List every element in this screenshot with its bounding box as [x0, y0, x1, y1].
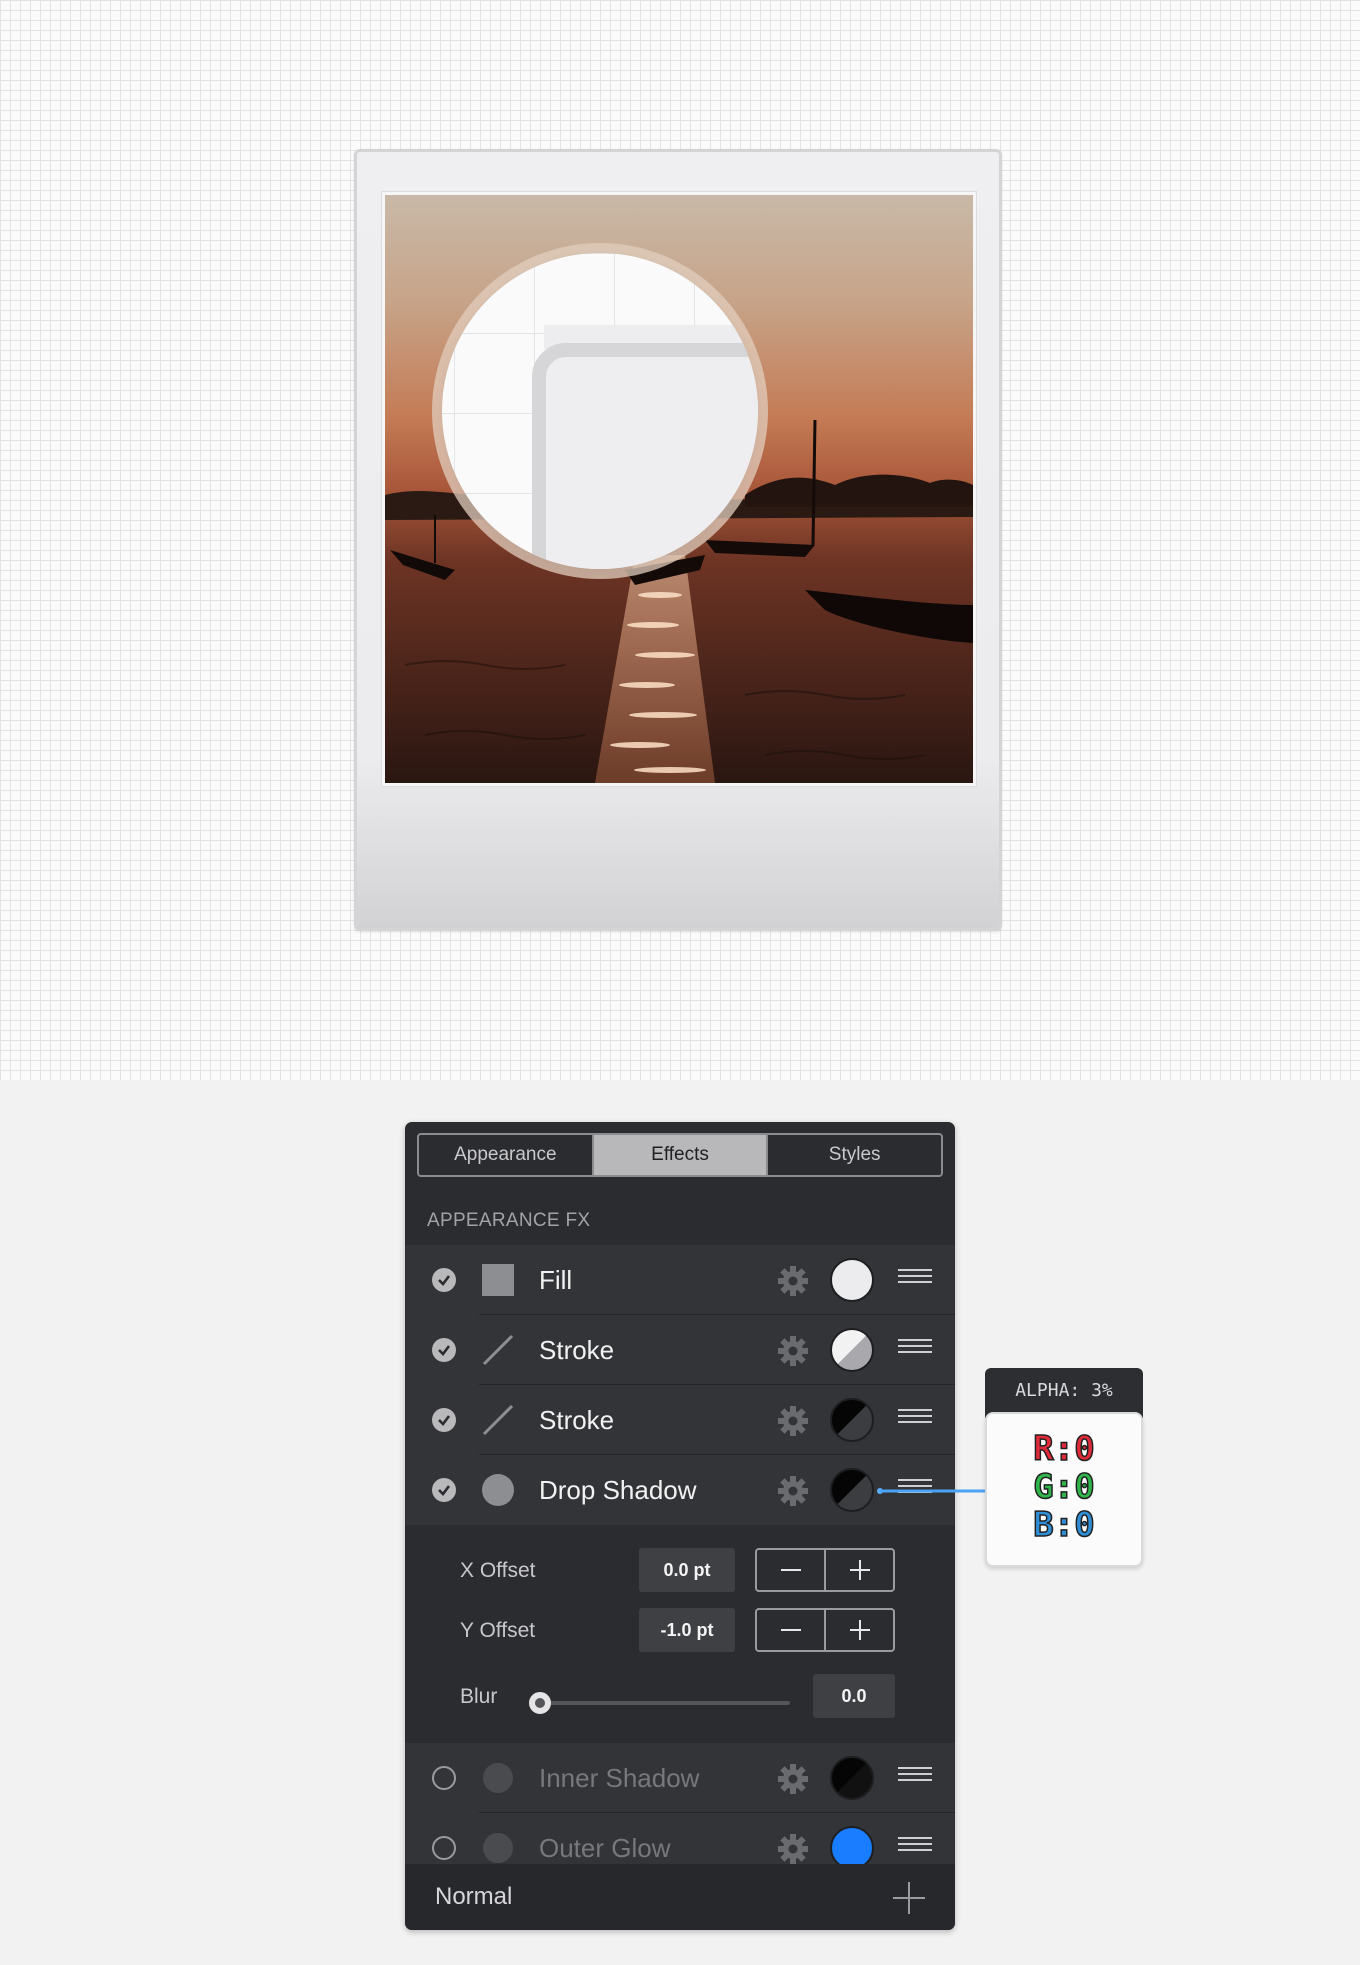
drop-shadow-settings: X Offset 0.0 pt Y Offset -1.0 pt Blur 0.…: [405, 1525, 955, 1743]
effect-row-stroke[interactable]: Stroke: [405, 1315, 955, 1385]
tab-appearance[interactable]: Appearance: [419, 1135, 592, 1175]
rgb-readout: R:0 G:0 B:0: [985, 1412, 1143, 1567]
zoom-magnifier: [442, 253, 758, 569]
effect-label: Stroke: [539, 1335, 615, 1365]
y-offset-stepper: [755, 1608, 895, 1652]
color-swatch[interactable]: [830, 1328, 874, 1372]
checkmark-icon: [438, 1415, 451, 1426]
effect-label: Stroke: [539, 1405, 615, 1435]
color-values-tooltip: ALPHA: 3% R:0 G:0 B:0: [985, 1368, 1143, 1567]
blur-slider-knob[interactable]: [529, 1692, 551, 1714]
gear-icon[interactable]: [777, 1265, 809, 1297]
drag-handle-icon[interactable]: [898, 1837, 932, 1857]
effect-row-drop-shadow[interactable]: Drop Shadow: [405, 1455, 955, 1525]
y-offset-label: Y Offset: [460, 1619, 536, 1642]
effect-label: Inner Shadow: [539, 1763, 700, 1793]
increment-button[interactable]: [824, 1550, 893, 1590]
effect-row-inner-shadow[interactable]: Inner Shadow: [405, 1743, 955, 1813]
drag-handle-icon[interactable]: [898, 1269, 932, 1289]
checkmark-icon: [438, 1275, 451, 1286]
panel-footer: Normal: [405, 1864, 955, 1930]
effect-row-stroke[interactable]: Stroke: [405, 1385, 955, 1455]
checkmark-icon: [438, 1345, 451, 1356]
drag-handle-icon[interactable]: [898, 1409, 932, 1429]
effect-row-fill[interactable]: Fill: [405, 1245, 955, 1315]
increment-button[interactable]: [824, 1610, 893, 1650]
x-offset-stepper: [755, 1548, 895, 1592]
blur-label: Blur: [460, 1685, 498, 1708]
plus-icon: [849, 1620, 870, 1640]
section-title: APPEARANCE FX: [427, 1210, 591, 1231]
square-fill-icon: [482, 1264, 514, 1296]
color-swatch[interactable]: [830, 1258, 874, 1302]
color-swatch[interactable]: [830, 1398, 874, 1442]
blur-value-field[interactable]: 0.0: [813, 1674, 895, 1718]
checkmark-icon: [438, 1485, 451, 1496]
add-effect-icon[interactable]: [893, 1882, 925, 1914]
appearance-panel: Appearance Effects Styles APPEARANCE FX …: [405, 1122, 955, 1930]
gear-icon[interactable]: [777, 1833, 809, 1865]
circle-shadow-icon: [483, 1833, 513, 1863]
enabled-checkbox[interactable]: [432, 1478, 456, 1502]
effect-label: Fill: [539, 1265, 573, 1295]
enabled-checkbox[interactable]: [432, 1338, 456, 1362]
gear-icon[interactable]: [777, 1763, 809, 1795]
y-offset-field[interactable]: -1.0 pt: [639, 1608, 735, 1652]
enabled-checkbox[interactable]: [432, 1268, 456, 1292]
magnified-frame-corner: [532, 343, 758, 569]
gear-icon[interactable]: [777, 1335, 809, 1367]
swatch-connector-line: [877, 1488, 987, 1494]
drag-handle-icon[interactable]: [898, 1767, 932, 1787]
decrement-button[interactable]: [757, 1610, 824, 1650]
alpha-readout: ALPHA: 3%: [985, 1368, 1143, 1418]
tab-effects[interactable]: Effects: [591, 1135, 767, 1175]
decrement-button[interactable]: [757, 1550, 824, 1590]
red-value: R:0: [1033, 1429, 1096, 1469]
minus-icon: [780, 1569, 801, 1571]
minus-icon: [780, 1629, 801, 1631]
blur-slider-track[interactable]: [540, 1701, 790, 1705]
circle-shadow-icon: [482, 1474, 514, 1506]
stroke-line-icon: [482, 1404, 514, 1436]
drag-handle-icon[interactable]: [898, 1339, 932, 1359]
blue-value: B:0: [1033, 1505, 1096, 1545]
tab-styles[interactable]: Styles: [766, 1135, 941, 1175]
effect-label: Drop Shadow: [539, 1475, 697, 1505]
enabled-checkbox[interactable]: [432, 1836, 456, 1860]
gear-icon[interactable]: [777, 1475, 809, 1507]
panel-tabs: Appearance Effects Styles: [417, 1133, 943, 1177]
gear-icon[interactable]: [777, 1405, 809, 1437]
x-offset-field[interactable]: 0.0 pt: [639, 1548, 735, 1592]
stroke-line-icon: [482, 1334, 514, 1366]
circle-shadow-icon: [483, 1763, 513, 1793]
green-value: G:0: [1033, 1467, 1096, 1507]
enabled-checkbox[interactable]: [432, 1408, 456, 1432]
color-swatch[interactable]: [830, 1756, 874, 1800]
blend-mode-select[interactable]: Normal: [435, 1864, 512, 1930]
plus-icon: [849, 1560, 870, 1580]
color-swatch[interactable]: [830, 1468, 874, 1512]
enabled-checkbox[interactable]: [432, 1766, 456, 1790]
x-offset-label: X Offset: [460, 1559, 536, 1582]
